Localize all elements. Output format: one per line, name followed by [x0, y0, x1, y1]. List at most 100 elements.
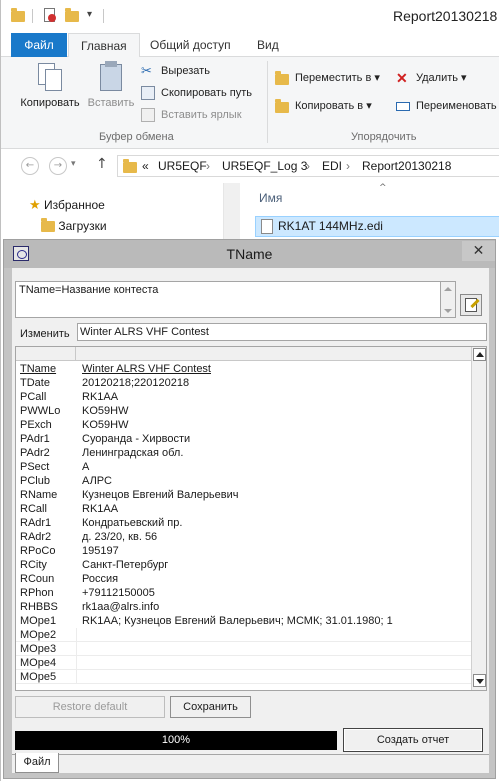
row-value: Кузнецов Евгений Валерьевич	[82, 489, 239, 501]
chevron-right-icon: ›	[206, 159, 210, 173]
copy-to-button[interactable]: Копировать в ▾	[275, 97, 372, 115]
delete-button[interactable]: ✕ Удалить ▾	[396, 69, 467, 87]
forward-arrow-icon[interactable]: →	[49, 157, 67, 175]
table-row[interactable]: MOpe5	[16, 670, 471, 684]
table-row[interactable]: RAdr2 д. 23/20, кв. 56	[16, 530, 471, 544]
grid-scrollbar[interactable]	[471, 347, 486, 690]
dialog-titlebar[interactable]: TName ✕	[4, 240, 495, 268]
progress-bar: 100%	[15, 731, 337, 750]
copy-button[interactable]: Копировать	[15, 61, 85, 109]
row-value: Winter ALRS VHF Contest	[82, 363, 211, 375]
tab-file[interactable]: Файл	[15, 753, 59, 773]
paste-button[interactable]: Вставить	[85, 61, 137, 109]
new-folder-icon[interactable]	[65, 8, 79, 22]
edit-notepad-button[interactable]	[460, 294, 482, 316]
row-key: PSect	[20, 461, 50, 473]
nav-pane-scrollbar[interactable]	[223, 183, 240, 243]
table-row[interactable]: RCoun Россия	[16, 572, 471, 586]
row-key: RAdr2	[20, 531, 52, 543]
table-row[interactable]: RPhon +79112150005	[16, 586, 471, 600]
row-value: д. 23/20, кв. 56	[82, 531, 158, 543]
nav-item-downloads[interactable]: Загрузки	[41, 218, 107, 233]
folder-icon[interactable]	[11, 8, 25, 22]
table-row[interactable]: MOpe1 RK1AA; Кузнецов Евгений Валерьевич;…	[16, 614, 471, 628]
table-row[interactable]: MOpe3	[16, 642, 471, 656]
table-row[interactable]: PAdr1 Суоранда - Хирвости	[16, 432, 471, 446]
nav-item-favorites[interactable]: ★ Избранное	[29, 197, 105, 213]
scroll-up-button[interactable]	[473, 348, 486, 361]
breadcrumb-item[interactable]: EDI	[322, 156, 342, 176]
row-value: KO59HW	[82, 405, 129, 417]
customize-dropdown-icon[interactable]: ▾	[87, 8, 101, 22]
table-row[interactable]: PSect A	[16, 460, 471, 474]
table-row[interactable]: RCall RK1AA	[16, 502, 471, 516]
table-row[interactable]: TDate 20120218;220120218	[16, 376, 471, 390]
breadcrumb-item[interactable]: UR5EQF_Log 3	[222, 156, 307, 176]
row-key: RPoCo	[20, 545, 56, 557]
cut-button[interactable]: ✂ Вырезать	[141, 62, 210, 80]
tab-file[interactable]: Файл	[11, 33, 67, 57]
table-row[interactable]: RAdr1 Кондратьевский пр.	[16, 516, 471, 530]
row-value: A	[82, 461, 90, 473]
row-value: RK1AA; Кузнецов Евгений Валерьевич; МСМК…	[82, 615, 393, 627]
dialog-tabstrip: Файл	[12, 753, 489, 773]
row-key: RPhon	[20, 587, 54, 599]
description-scrollbar[interactable]	[441, 281, 456, 318]
recent-locations-icon[interactable]: ▾	[71, 159, 76, 169]
breadcrumb-overflow[interactable]: «	[142, 156, 149, 176]
row-value: АЛРС	[82, 475, 112, 487]
close-button[interactable]: ✕	[462, 241, 495, 261]
row-key: TDate	[20, 377, 50, 389]
breadcrumb-item[interactable]: Report20130218	[362, 156, 451, 176]
table-row[interactable]: RName Кузнецов Евгений Валерьевич	[16, 488, 471, 502]
move-to-button[interactable]: Переместить в ▾	[275, 69, 380, 87]
table-row[interactable]: TName Winter ALRS VHF Contest	[16, 362, 471, 376]
sort-ascending-icon: ^	[379, 183, 387, 193]
restore-default-button[interactable]: Restore default	[15, 696, 165, 718]
row-value: KO59HW	[82, 419, 129, 431]
table-row[interactable]: PExch KO59HW	[16, 418, 471, 432]
up-arrow-icon[interactable]: ↑	[96, 156, 108, 172]
table-row[interactable]: PAdr2 Ленинградская обл.	[16, 446, 471, 460]
table-row[interactable]: PWWLo KO59HW	[16, 404, 471, 418]
row-key: PCall	[20, 391, 47, 403]
rename-label: Переименовать	[416, 100, 497, 112]
rename-button[interactable]: Переименовать	[396, 97, 497, 115]
table-row[interactable]: MOpe4	[16, 656, 471, 670]
paste-shortcut-button[interactable]: Вставить ярлык	[141, 106, 242, 124]
table-row[interactable]: PCall RK1AA	[16, 390, 471, 404]
chevron-right-icon: ›	[346, 159, 350, 173]
tab-share[interactable]: Общий доступ	[138, 33, 243, 57]
breadcrumb-item[interactable]: UR5EQF	[158, 156, 207, 176]
copy-path-button[interactable]: Скопировать путь	[141, 84, 252, 102]
row-value: Россия	[82, 573, 119, 585]
properties-icon[interactable]	[43, 8, 57, 22]
table-row[interactable]: MOpe2	[16, 628, 471, 642]
table-row[interactable]: RHBBS rk1aa@alrs.info	[16, 600, 471, 614]
change-value-input[interactable]: Winter ALRS VHF Contest	[77, 323, 487, 341]
scroll-down-arrow-icon[interactable]	[444, 309, 452, 313]
paste-label: Вставить	[87, 97, 135, 109]
file-row-selected[interactable]: RK1AT 144MHz.edi	[255, 216, 499, 237]
column-header-name[interactable]: Имя	[259, 191, 282, 205]
row-key: MOpe3	[20, 643, 57, 655]
address-path[interactable]: « UR5EQF › UR5EQF_Log 3 › EDI › Report20…	[117, 155, 499, 177]
save-button[interactable]: Сохранить	[170, 696, 251, 718]
tab-home[interactable]: Главная	[68, 33, 140, 58]
row-value: Суоранда - Хирвости	[82, 433, 191, 445]
grid-header	[16, 347, 471, 361]
row-key: PAdr2	[20, 447, 50, 459]
downloads-folder-icon	[41, 218, 55, 232]
change-label: Изменить	[20, 328, 70, 340]
scroll-up-arrow-icon[interactable]	[444, 287, 452, 291]
table-row[interactable]: RCity Санкт-Петербург	[16, 558, 471, 572]
back-arrow-icon[interactable]: ←	[21, 157, 39, 175]
create-report-button[interactable]: Создать отчет	[343, 728, 483, 752]
table-row[interactable]: PClub АЛРС	[16, 474, 471, 488]
tab-view[interactable]: Вид	[245, 33, 291, 57]
scroll-down-button[interactable]	[473, 674, 486, 687]
row-key: RCoun	[20, 573, 55, 585]
table-row[interactable]: RPoCo 195197	[16, 544, 471, 558]
address-bar: ← → ▾ ↑ « UR5EQF › UR5EQF_Log 3 › EDI › …	[1, 150, 499, 182]
fields-grid[interactable]: TName Winter ALRS VHF Contest TDate 2012021…	[15, 346, 487, 691]
